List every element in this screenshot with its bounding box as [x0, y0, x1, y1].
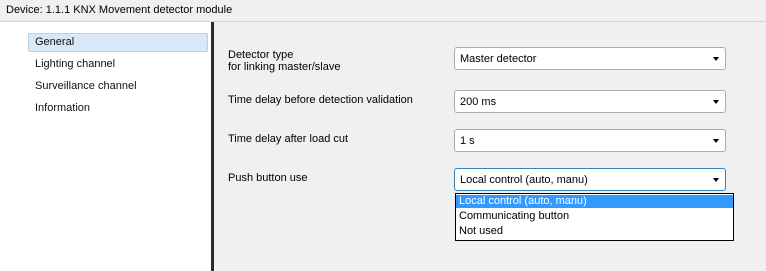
dropdown-option-communicating-button[interactable]: Communicating button	[456, 210, 733, 223]
sidebar-item-information[interactable]: Information	[28, 99, 208, 118]
push-button-use-dropdown: Local control (auto, manu) Communicating…	[455, 193, 734, 241]
time-delay-validation-select[interactable]: 200 ms	[454, 90, 726, 113]
sidebar: General Lighting channel Surveillance ch…	[0, 22, 211, 271]
chevron-down-icon[interactable]	[713, 178, 719, 182]
detector-type-value: Master detector	[460, 53, 537, 65]
sidebar-item-surveillance-channel[interactable]: Surveillance channel	[28, 77, 208, 96]
push-button-use-select[interactable]: Local control (auto, manu)	[454, 168, 726, 191]
time-delay-load-cut-select[interactable]: 1 s	[454, 129, 726, 152]
time-delay-load-cut-value: 1 s	[460, 135, 475, 147]
sidebar-item-lighting-channel[interactable]: Lighting channel	[28, 55, 208, 74]
push-button-use-label: Push button use	[228, 172, 308, 184]
chevron-down-icon[interactable]	[713, 57, 719, 61]
dropdown-option-not-used[interactable]: Not used	[456, 225, 733, 238]
window-title: Device: 1.1.1 KNX Movement detector modu…	[6, 4, 233, 16]
dropdown-option-local-control[interactable]: Local control (auto, manu)	[456, 195, 733, 208]
detector-type-sublabel: for linking master/slave	[228, 61, 341, 73]
detector-type-select[interactable]: Master detector	[454, 47, 726, 70]
chevron-down-icon[interactable]	[713, 100, 719, 104]
time-delay-load-cut-label: Time delay after load cut	[228, 133, 349, 145]
time-delay-validation-label: Time delay before detection validation	[228, 94, 413, 106]
window-titlebar: Device: 1.1.1 KNX Movement detector modu…	[0, 0, 766, 22]
push-button-use-value: Local control (auto, manu)	[460, 174, 588, 186]
chevron-down-icon[interactable]	[713, 139, 719, 143]
sidebar-item-general[interactable]: General	[28, 33, 208, 52]
time-delay-validation-value: 200 ms	[460, 96, 497, 108]
